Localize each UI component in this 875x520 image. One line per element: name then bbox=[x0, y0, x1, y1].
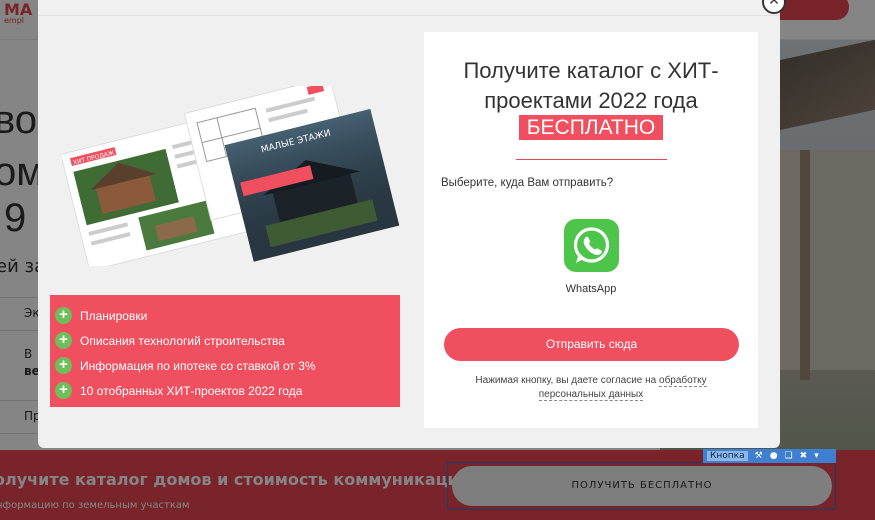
list-item: + 10 отобранных ХИТ-проектов 2022 года bbox=[50, 378, 400, 403]
drop-icon[interactable]: ● bbox=[770, 451, 778, 461]
copy-icon[interactable]: ❏ bbox=[785, 451, 793, 461]
consent-text: Нажимая кнопку, вы даете согласие на обр… bbox=[454, 374, 728, 402]
plus-icon: + bbox=[55, 357, 72, 374]
list-item: + Описания технологий строительства bbox=[50, 328, 400, 353]
chevron-down-icon[interactable]: ▾ bbox=[814, 451, 819, 461]
features-list: + Планировки + Описания технологий строи… bbox=[50, 295, 400, 407]
list-item: + Информация по ипотеке со ставкой от 3% bbox=[50, 353, 400, 378]
feature-label: Планировки bbox=[80, 308, 148, 323]
choose-prompt: Выберите, куда Вам отправить? bbox=[441, 177, 614, 189]
plus-icon: + bbox=[55, 382, 72, 399]
list-item: + Планировки bbox=[50, 303, 400, 328]
editor-toolbar: Кнопка ⚒ ● ❏ ✖ ▾ bbox=[703, 449, 836, 463]
catalog-brochure-image: ХИТ ПРОДАЖ МАЛЫЕ ЭТАЖИ bbox=[62, 86, 400, 266]
delete-icon[interactable]: ✖ bbox=[800, 451, 808, 461]
consent-label: Нажимая кнопку, вы даете согласие на bbox=[475, 375, 660, 386]
whatsapp-label: WhatsApp bbox=[565, 283, 617, 295]
feature-label: 10 отобранных ХИТ-проектов 2022 года bbox=[80, 383, 303, 398]
title-divider bbox=[516, 159, 667, 160]
wrench-icon[interactable]: ⚒ bbox=[755, 451, 763, 461]
modal-divider bbox=[38, 15, 780, 16]
free-badge: БЕСПЛАТНО bbox=[519, 115, 663, 140]
whatsapp-icon[interactable] bbox=[564, 219, 619, 272]
catalog-form-card: Получите каталог с ХИТ-проектами 2022 го… bbox=[424, 32, 758, 428]
feature-label: Описания технологий строительства bbox=[80, 333, 285, 348]
plus-icon: + bbox=[55, 307, 72, 324]
plus-icon: + bbox=[55, 332, 72, 349]
modal-title: Получите каталог с ХИТ-проектами 2022 го… bbox=[463, 58, 719, 113]
feature-label: Информация по ипотеке со ставкой от 3% bbox=[80, 358, 316, 373]
send-here-button[interactable]: Отправить сюда bbox=[444, 328, 739, 361]
editor-toolbar-label: Кнопка bbox=[707, 451, 748, 461]
